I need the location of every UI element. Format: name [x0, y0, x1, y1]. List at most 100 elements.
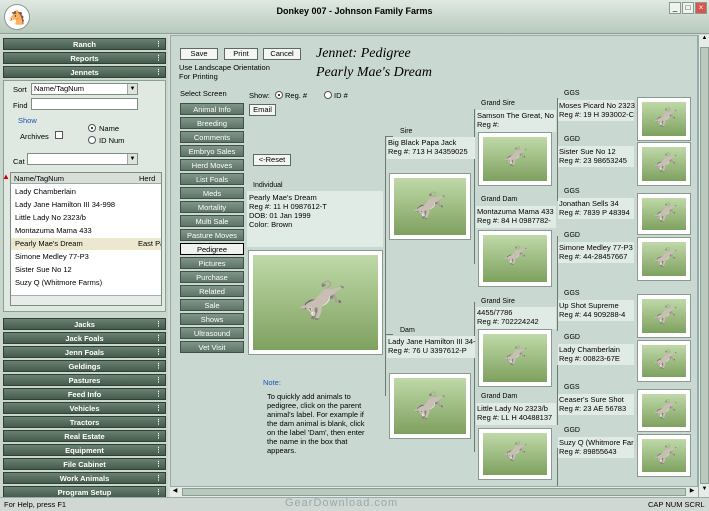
screen-ultrasound[interactable]: Ultrasound: [180, 327, 244, 339]
idnum-radio[interactable]: [88, 136, 96, 144]
scroll-down-icon[interactable]: ▼: [700, 486, 709, 496]
ggd-photo[interactable]: 🫏: [637, 237, 691, 281]
reg-radio[interactable]: [275, 91, 283, 99]
individual-photo[interactable]: 🫏: [248, 250, 383, 355]
nav-vehicles[interactable]: Vehicles ⋮: [3, 402, 166, 414]
list-item[interactable]: Lady Jane Hamilton III 34-998: [15, 199, 115, 211]
sire-photo[interactable]: 🫏: [389, 173, 471, 240]
ggd-photo[interactable]: 🫏: [637, 142, 691, 186]
screen-embryo-sales[interactable]: Embryo Sales: [180, 145, 244, 157]
dam-label[interactable]: Dam: [400, 327, 415, 334]
ggd-label[interactable]: GGD: [564, 136, 580, 143]
grand-dam-label[interactable]: Grand Dam: [481, 196, 517, 203]
nav-work-animals[interactable]: Work Animals ⋮: [3, 472, 166, 484]
ggs-label[interactable]: GGS: [564, 90, 580, 97]
chevron-down-icon[interactable]: ▼: [127, 154, 137, 164]
screen-meds[interactable]: Meds: [180, 187, 244, 199]
screen-pedigree[interactable]: Pedigree: [180, 243, 244, 255]
ggd-label[interactable]: GGD: [564, 232, 580, 239]
screen-vet-visit[interactable]: Vet Visit: [180, 341, 244, 353]
ggd-photo[interactable]: 🫏: [637, 340, 691, 382]
ggs-photo[interactable]: 🫏: [637, 294, 691, 338]
grand-sire-label[interactable]: Grand Sire: [481, 298, 515, 305]
screen-multi-sale[interactable]: Multi Sale: [180, 215, 244, 227]
scroll-left-icon[interactable]: ◀: [170, 487, 180, 497]
individual-label[interactable]: Individual: [253, 182, 283, 189]
list-item[interactable]: Little Lady No 2323/b: [15, 212, 86, 224]
col-herd-header[interactable]: Herd: [139, 174, 155, 183]
nav-equipment[interactable]: Equipment ⋮: [3, 444, 166, 456]
print-button[interactable]: Print: [224, 48, 258, 60]
screen-breeding[interactable]: Breeding: [180, 117, 244, 129]
email-button[interactable]: Email: [249, 104, 276, 116]
list-item[interactable]: Lady Chamberlain: [15, 186, 76, 198]
screen-animal-info[interactable]: Animal Info: [180, 103, 244, 115]
ggs-label[interactable]: GGS: [564, 188, 580, 195]
scroll-right-icon[interactable]: ▶: [687, 487, 697, 497]
screen-sale[interactable]: Sale: [180, 299, 244, 311]
reset-button[interactable]: <-Reset: [253, 154, 291, 166]
nav-pastures[interactable]: Pastures ⋮: [3, 374, 166, 386]
screen-comments[interactable]: Comments: [180, 131, 244, 143]
name-radio[interactable]: [88, 124, 96, 132]
screen-related[interactable]: Related: [180, 285, 244, 297]
nav-file-cabinet[interactable]: File Cabinet ⋮: [3, 458, 166, 470]
grand-dam-photo[interactable]: 🫏: [478, 428, 552, 480]
id-radio[interactable]: [324, 91, 332, 99]
nav-geldings[interactable]: Geldings ⋮: [3, 360, 166, 372]
ggd-label[interactable]: GGD: [564, 334, 580, 341]
cancel-button[interactable]: Cancel: [263, 48, 301, 60]
screen-list-foals[interactable]: List Foals: [180, 173, 244, 185]
ggs-label[interactable]: GGS: [564, 384, 580, 391]
scroll-up-icon[interactable]: ▲: [700, 35, 709, 45]
list-item[interactable]: Simone Medley 77-P3: [15, 251, 89, 263]
chevron-down-icon[interactable]: ▼: [127, 84, 137, 94]
screen-mortality[interactable]: Mortality: [180, 201, 244, 213]
screen-pasture-moves[interactable]: Pasture Moves: [180, 229, 244, 241]
nav-jenn-foals[interactable]: Jenn Foals ⋮: [3, 346, 166, 358]
screen-herd-moves[interactable]: Herd Moves: [180, 159, 244, 171]
nav-jennets[interactable]: Jennets ⋮: [3, 66, 166, 78]
screen-purchase[interactable]: Purchase: [180, 271, 244, 283]
col-name-header[interactable]: Name/TagNum: [14, 174, 64, 183]
close-button[interactable]: ×: [695, 2, 707, 14]
list-item[interactable]: Montazuma Mama 433: [15, 225, 92, 237]
nav-jacks[interactable]: Jacks ⋮: [3, 318, 166, 330]
dam-photo[interactable]: 🫏: [389, 373, 471, 439]
grand-sire-photo[interactable]: 🫏: [478, 132, 552, 186]
ggs-label[interactable]: GGS: [564, 290, 580, 297]
vertical-scrollbar[interactable]: ▲ ▼: [698, 35, 709, 497]
cat-select[interactable]: ▼: [27, 153, 138, 165]
nav-feed-info[interactable]: Feed Info ⋮: [3, 388, 166, 400]
screen-shows[interactable]: Shows: [180, 313, 244, 325]
sire-label[interactable]: Sire: [400, 128, 412, 135]
scroll-thumb[interactable]: [182, 488, 686, 496]
find-input[interactable]: [31, 98, 138, 110]
grand-sire-label[interactable]: Grand Sire: [481, 100, 515, 107]
sort-select[interactable]: Name/TagNum ▼: [31, 83, 138, 95]
archives-checkbox[interactable]: [55, 131, 63, 139]
list-item[interactable]: Suzy Q (Whitmore Farms): [15, 277, 102, 289]
ggd-photo[interactable]: 🫏: [637, 434, 691, 477]
scroll-thumb[interactable]: [700, 47, 709, 484]
show-link[interactable]: Show: [18, 116, 37, 125]
nav-jack-foals[interactable]: Jack Foals ⋮: [3, 332, 166, 344]
grand-dam-label[interactable]: Grand Dam: [481, 393, 517, 400]
list-item[interactable]: Sister Sue No 12: [15, 264, 72, 276]
ggs-photo[interactable]: 🫏: [637, 389, 691, 432]
minimize-button[interactable]: _: [669, 2, 681, 14]
nav-ranch[interactable]: Ranch ⋮: [3, 38, 166, 50]
maximize-button[interactable]: □: [682, 2, 694, 14]
horizontal-scrollbar[interactable]: ◀ ▶: [170, 486, 698, 497]
list-item-selected[interactable]: Pearly Mae's Dream East Pa: [11, 238, 161, 250]
grand-dam-photo[interactable]: 🫏: [478, 230, 552, 287]
grand-sire-photo[interactable]: 🫏: [478, 329, 552, 387]
save-button[interactable]: Save: [180, 48, 218, 60]
list-hscrollbar[interactable]: [11, 295, 161, 305]
ggd-label[interactable]: GGD: [564, 427, 580, 434]
ggs-photo[interactable]: 🫏: [637, 97, 691, 141]
screen-pictures[interactable]: Pictures: [180, 257, 244, 269]
nav-real-estate[interactable]: Real Estate ⋮: [3, 430, 166, 442]
nav-tractors[interactable]: Tractors ⋮: [3, 416, 166, 428]
nav-reports[interactable]: Reports ⋮: [3, 52, 166, 64]
